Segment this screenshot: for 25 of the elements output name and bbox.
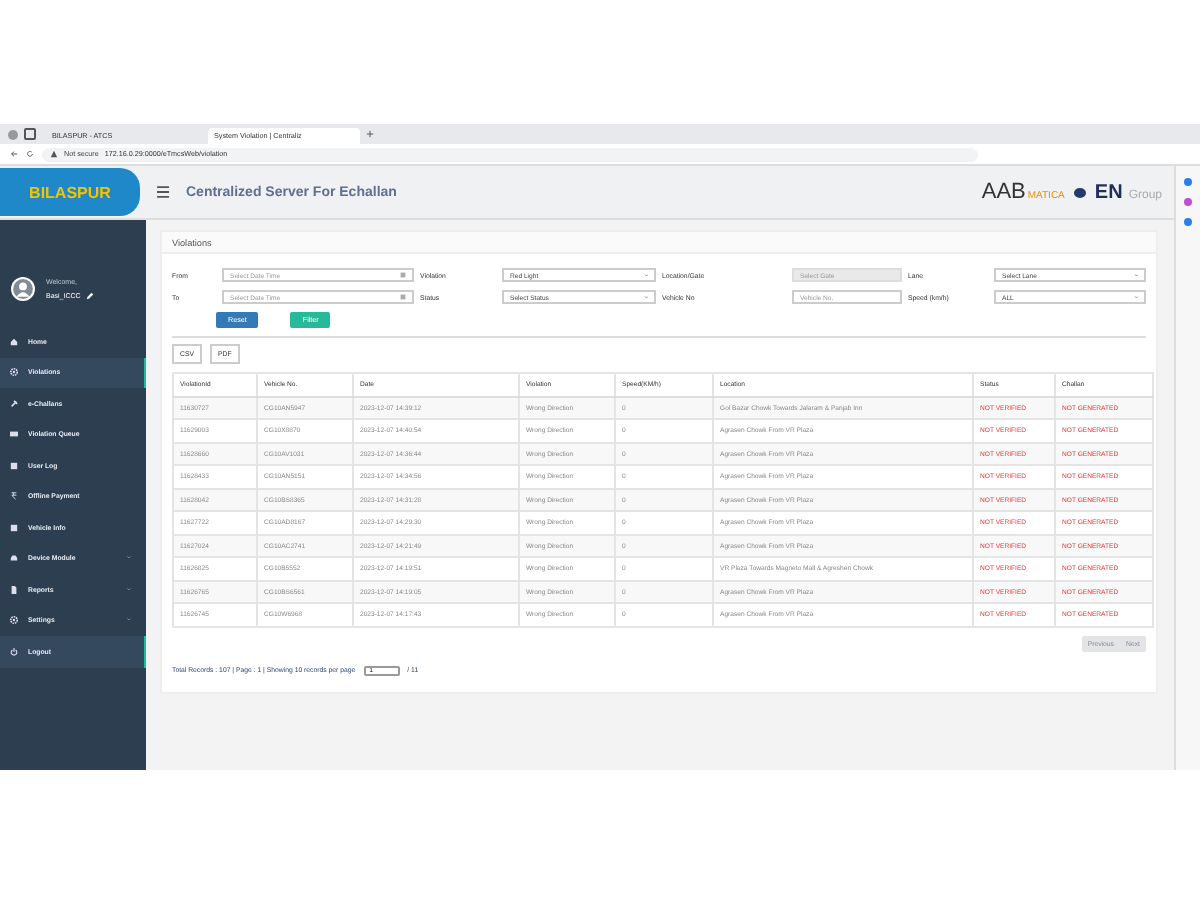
gear-icon — [10, 368, 18, 377]
calendar-icon — [400, 272, 406, 278]
calendar-icon — [400, 294, 406, 300]
power-icon — [10, 647, 18, 656]
partner-logo: EN — [1094, 182, 1123, 204]
home-icon — [10, 337, 18, 346]
reload-icon[interactable] — [26, 150, 34, 158]
logo-dot-icon — [1074, 187, 1087, 197]
avatar-icon — [10, 276, 36, 302]
logo: BILASPUR — [0, 168, 140, 216]
warning-icon — [50, 150, 58, 158]
gear-icon — [10, 616, 18, 625]
car-icon — [10, 554, 18, 563]
back-icon[interactable] — [10, 150, 18, 158]
menu-icon[interactable] — [156, 186, 170, 198]
profile-icon[interactable] — [8, 129, 18, 139]
pencil-icon[interactable] — [86, 292, 95, 300]
card-icon — [10, 430, 18, 439]
file-icon — [10, 585, 18, 594]
document-icon — [10, 523, 18, 532]
tab-actions-icon[interactable] — [24, 128, 36, 140]
new-tab-icon[interactable] — [366, 130, 374, 138]
partner-logo: AAB — [981, 180, 1026, 204]
document-icon — [10, 461, 18, 470]
rupee-icon — [10, 492, 18, 501]
